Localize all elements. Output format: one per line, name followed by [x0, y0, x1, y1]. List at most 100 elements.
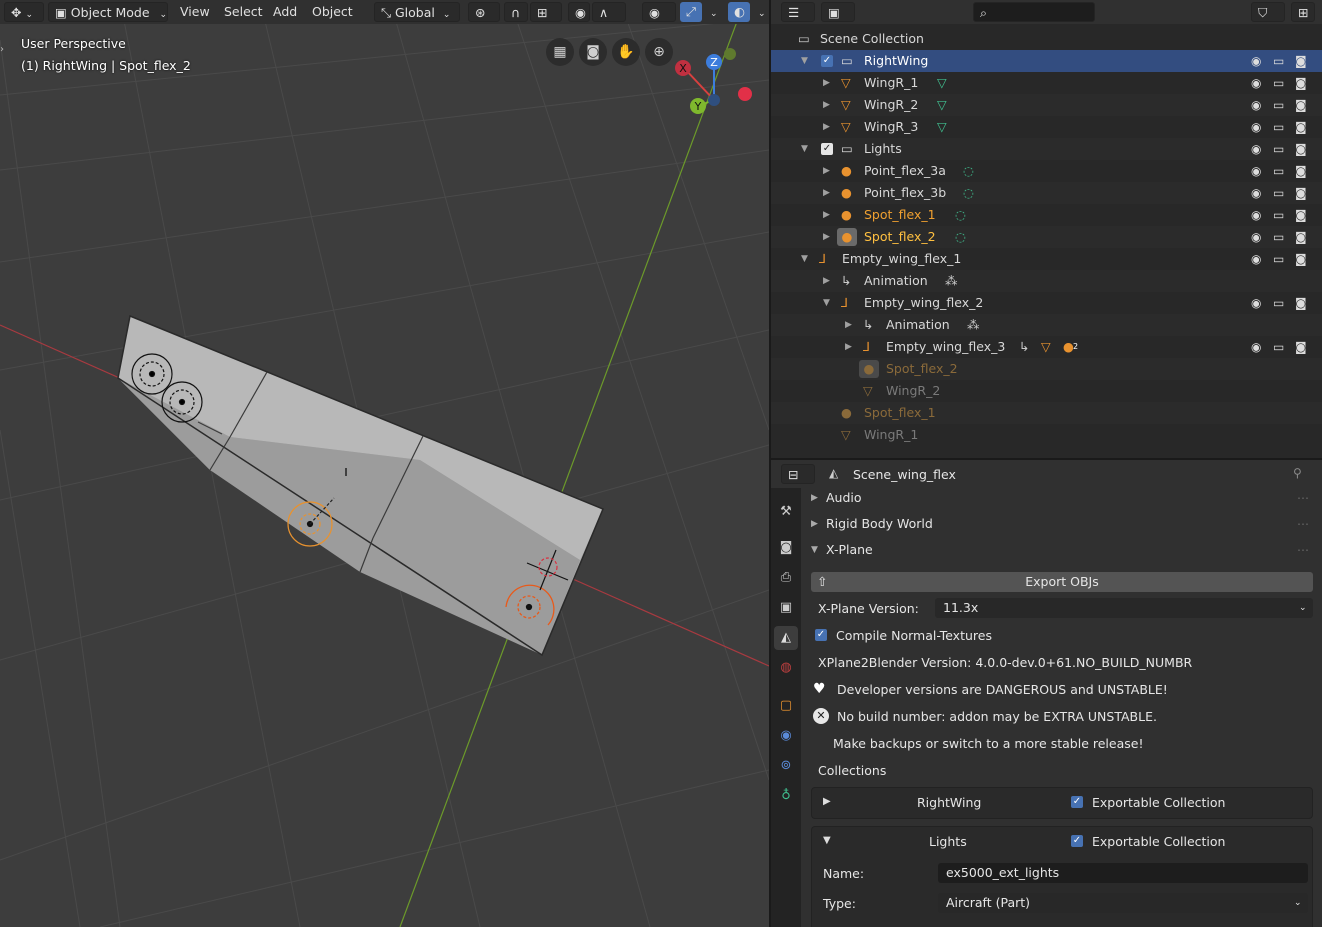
scene-tab-icon[interactable]: ◭: [774, 626, 798, 650]
camera-icon[interactable]: ◙: [1295, 182, 1307, 204]
object-tab-icon[interactable]: ▢: [774, 694, 798, 718]
expand-arrow-icon[interactable]: ▶: [845, 314, 852, 336]
monitor-icon[interactable]: ▭: [1273, 182, 1284, 204]
overlays-dropdown[interactable]: ⌄: [752, 2, 768, 22]
monitor-icon[interactable]: ▭: [1273, 292, 1284, 314]
expand-arrow-icon[interactable]: ▶: [845, 336, 852, 358]
snap-toggle[interactable]: ∩: [504, 2, 528, 22]
outliner-row[interactable]: ▶ ↳ Animation ⁂: [771, 314, 1322, 336]
render-tab-icon[interactable]: ◙: [774, 536, 798, 560]
panel-x-plane[interactable]: ▼ X-Plane ⋯: [807, 538, 1315, 562]
drag-handle-icon[interactable]: ⋯: [1297, 538, 1309, 562]
eye-icon[interactable]: ◉: [1251, 182, 1261, 204]
expand-arrow-icon[interactable]: ▼: [801, 138, 808, 160]
editor-type-button[interactable]: ✥ ⌄: [4, 2, 44, 22]
visibility-dropdown[interactable]: ◉: [642, 2, 676, 22]
type-dropdown[interactable]: Aircraft (Part) ⌄: [938, 893, 1308, 913]
light-data-icon[interactable]: ◌: [955, 204, 969, 222]
animation-icon[interactable]: ↳: [1019, 336, 1033, 354]
outliner-row[interactable]: ▼ ⅃ Empty_wing_flex_1: [771, 248, 1322, 270]
camera-icon[interactable]: ◙: [1295, 204, 1307, 226]
outliner-row[interactable]: ▼ ⅃ Empty_wing_flex_2: [771, 292, 1322, 314]
new-collection-button[interactable]: ⊞: [1291, 2, 1315, 22]
eye-icon[interactable]: ◉: [1251, 248, 1261, 270]
eye-icon[interactable]: ◉: [1251, 292, 1261, 314]
expand-arrow-icon[interactable]: ▶: [823, 160, 830, 182]
camera-icon[interactable]: ◙: [1295, 160, 1307, 182]
outliner-row[interactable]: ● Spot_flex_2: [771, 358, 1322, 380]
camera-icon[interactable]: ◙: [1295, 226, 1307, 248]
expand-arrow-icon[interactable]: ▶: [823, 116, 830, 138]
monitor-icon[interactable]: ▭: [1273, 248, 1284, 270]
outliner-row[interactable]: ● Spot_flex_1: [771, 402, 1322, 424]
outliner-row[interactable]: ▶ ↳ Animation ⁂: [771, 270, 1322, 292]
constraints-tab-icon[interactable]: ⊚: [774, 754, 798, 778]
physics-tab-icon[interactable]: ◉: [774, 724, 798, 748]
eye-icon[interactable]: ◉: [1251, 138, 1261, 160]
outliner-row[interactable]: ▽ WingR_1: [771, 424, 1322, 446]
navigation-gizmo[interactable]: Z Y X: [668, 44, 758, 120]
light-data-tab-icon[interactable]: ♁: [774, 784, 798, 808]
outliner-row[interactable]: ▶ ▽ WingR_1 ▽: [771, 72, 1322, 94]
falloff-dropdown[interactable]: ∧: [592, 2, 626, 22]
properties-editor-type[interactable]: ⊟: [781, 464, 815, 484]
outliner-row-scene-collection[interactable]: ▭ Scene Collection: [771, 28, 1322, 50]
monitor-icon[interactable]: ▭: [1273, 204, 1284, 226]
outliner-row[interactable]: ▶ ● Point_flex_3b ◌: [771, 182, 1322, 204]
monitor-icon[interactable]: ▭: [1273, 160, 1284, 182]
outliner-row[interactable]: ▶ ● Spot_flex_2 ◌: [771, 226, 1322, 248]
overlays-toggle[interactable]: ◐: [728, 2, 750, 22]
exportable-collection-checkbox[interactable]: ✓: [1071, 835, 1083, 847]
expand-arrow-icon[interactable]: ▶: [823, 796, 831, 807]
xplane-version-dropdown[interactable]: 11.3x ⌄: [935, 598, 1313, 618]
menu-object[interactable]: Object: [306, 2, 359, 22]
filter-dropdown[interactable]: ⛉: [1251, 2, 1285, 22]
menu-add[interactable]: Add: [267, 2, 303, 22]
camera-icon[interactable]: ◙: [1295, 94, 1307, 116]
gizmo-neg-x[interactable]: [738, 87, 752, 101]
outliner-row[interactable]: ▶ ● Spot_flex_1 ◌: [771, 204, 1322, 226]
outliner-row[interactable]: ▶ ▽ WingR_3 ▽: [771, 116, 1322, 138]
snap-target-dropdown[interactable]: ⊞: [530, 2, 562, 22]
compile-normal-textures-checkbox[interactable]: ✓: [815, 629, 827, 641]
collection-panel-lights[interactable]: ▼ Lights ✓ Exportable Collection Name: e…: [811, 826, 1313, 927]
outliner-row[interactable]: ▶ ⅃ Empty_wing_flex_3 ↳ ▽ ● 2: [771, 336, 1322, 358]
gizmo-neg-z[interactable]: [708, 94, 720, 106]
output-tab-icon[interactable]: ⎙: [774, 566, 798, 590]
tool-tab-icon[interactable]: ⚒: [774, 500, 798, 524]
camera-icon[interactable]: ◙: [1295, 50, 1307, 72]
camera-icon[interactable]: ◙: [1295, 138, 1307, 160]
outliner-row[interactable]: ▼ ✓ ▭ RightWing: [771, 50, 1322, 72]
world-tab-icon[interactable]: ◍: [774, 656, 798, 680]
camera-view-button[interactable]: ◙: [579, 38, 607, 66]
eye-icon[interactable]: ◉: [1251, 94, 1261, 116]
outliner-editor-type[interactable]: ☰: [781, 2, 815, 22]
camera-icon[interactable]: ◙: [1295, 248, 1307, 270]
expand-arrow-icon[interactable]: ▶: [823, 72, 830, 94]
exclude-checkbox[interactable]: ✓: [821, 55, 833, 67]
monitor-icon[interactable]: ▭: [1273, 226, 1284, 248]
mesh-icon[interactable]: ▽: [1041, 336, 1055, 354]
mode-dropdown[interactable]: ▣ Object Mode ⌄: [48, 2, 168, 22]
expand-arrow-icon[interactable]: ▼: [823, 835, 831, 846]
panel-rigid-body-world[interactable]: ▶ Rigid Body World ⋯: [807, 512, 1315, 536]
panel-audio[interactable]: ▶ Audio ⋯: [807, 486, 1315, 510]
expand-arrow-icon[interactable]: ▼: [801, 248, 808, 270]
eye-icon[interactable]: ◉: [1251, 204, 1261, 226]
collection-panel-rightwing[interactable]: ▶ RightWing ✓ Exportable Collection: [811, 787, 1313, 819]
gizmo-toggle[interactable]: ⤢: [680, 2, 702, 22]
camera-icon[interactable]: ◙: [1295, 72, 1307, 94]
pan-view-button[interactable]: ✋: [612, 38, 640, 66]
menu-select[interactable]: Select: [218, 2, 269, 22]
expand-arrow-icon[interactable]: ▶: [823, 182, 830, 204]
toggle-ortho-button[interactable]: ▦: [546, 38, 574, 66]
properties-editor[interactable]: ⊟ ◭ Scene_wing_flex ⚲ ⚒ ◙ ⎙ ▣ ◭ ◍ ▢ ◉ ⊚ …: [771, 460, 1322, 927]
expand-arrow-icon[interactable]: ▶: [823, 204, 830, 226]
expand-arrow-icon[interactable]: ▶: [823, 94, 830, 116]
action-icon[interactable]: ⁂: [945, 270, 959, 288]
outliner-row[interactable]: ▽ WingR_2: [771, 380, 1322, 402]
expand-arrow-icon[interactable]: ▼: [801, 50, 808, 72]
eye-icon[interactable]: ◉: [1251, 160, 1261, 182]
exclude-checkbox[interactable]: ✓: [821, 143, 833, 155]
eye-icon[interactable]: ◉: [1251, 226, 1261, 248]
